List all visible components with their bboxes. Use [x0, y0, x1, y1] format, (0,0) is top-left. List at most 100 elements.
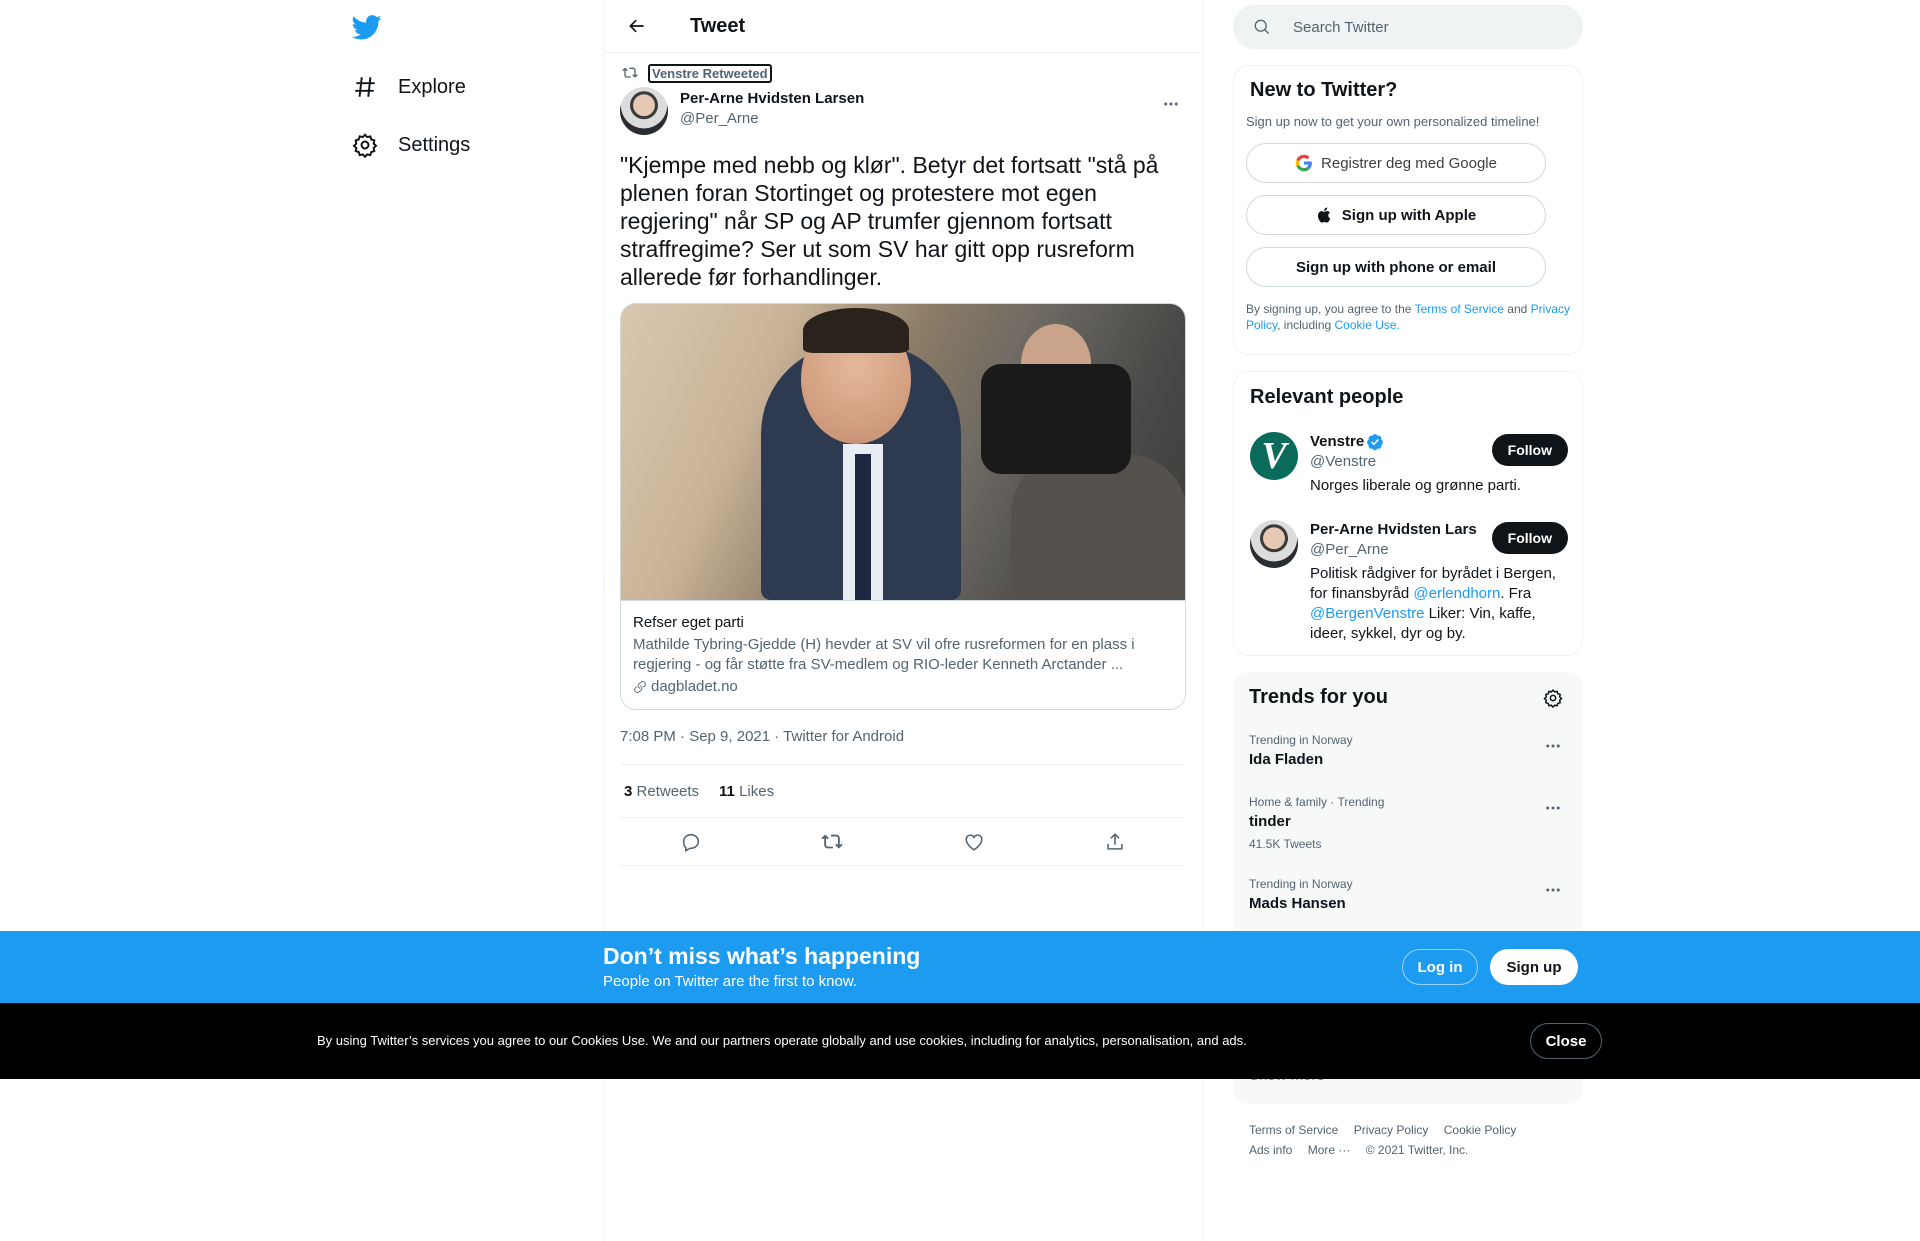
- follow-button[interactable]: Follow: [1491, 522, 1568, 554]
- signup-banner-title: Don’t miss what’s happening: [603, 943, 921, 969]
- card-title: Refser eget parti: [633, 614, 744, 631]
- person-bio: Norges liberale og grønne parti.: [1310, 477, 1521, 494]
- trend-item[interactable]: Home & family · Trending tinder 41.5K Tw…: [1249, 794, 1567, 852]
- retweet-icon: [821, 834, 843, 849]
- google-icon: [1295, 154, 1312, 172]
- page-header: Tweet: [604, 0, 1202, 53]
- mention-link[interactable]: @erlendhorn: [1413, 585, 1500, 602]
- arrow-left-icon: [629, 19, 644, 33]
- footer-cookie-link[interactable]: Cookie Policy: [1444, 1123, 1517, 1137]
- card-body: Refser eget parti Mathilde Tybring-Gjedd…: [621, 600, 1185, 709]
- nav-explore[interactable]: Explore: [352, 65, 466, 109]
- gear-icon: [352, 133, 378, 158]
- search-input[interactable]: [1293, 18, 1553, 36]
- retweets-stat[interactable]: 3 Retweets: [624, 783, 699, 800]
- card-description: Mathilde Tybring-Gjedde (H) hevder at SV…: [633, 636, 1135, 673]
- likes-stat[interactable]: 11 Likes: [719, 783, 774, 800]
- trend-more-button[interactable]: [1539, 732, 1567, 760]
- avatar[interactable]: [1250, 520, 1298, 568]
- author-name[interactable]: Per-Arne Hvidsten Larsen: [680, 89, 864, 109]
- signup-banner-subtitle: People on Twitter are the first to know.: [603, 973, 858, 990]
- relevant-people-panel: Relevant people V Venstre @Venstre Norge…: [1233, 371, 1583, 656]
- google-signup-label: Registrer deg med Google: [1321, 154, 1497, 172]
- avatar[interactable]: V: [1250, 432, 1298, 480]
- signup-legal-text: By signing up, you agree to the Terms of…: [1246, 302, 1570, 332]
- reply-icon: [682, 833, 699, 852]
- footer-privacy-link[interactable]: Privacy Policy: [1354, 1123, 1429, 1137]
- cookie-banner: By using Twitter’s services you agree to…: [0, 1003, 1920, 1079]
- retweets-label: Retweets: [636, 782, 700, 800]
- signup-banner: Don’t miss what’s happening People on Tw…: [0, 931, 1920, 1003]
- retweet-context: Venstre Retweeted: [620, 63, 1186, 83]
- trend-item[interactable]: Trending in Norway Mads Hansen: [1249, 876, 1567, 914]
- login-button[interactable]: Log in: [1402, 949, 1478, 985]
- tweet-actions: [620, 818, 1186, 866]
- nav-explore-label: Explore: [398, 75, 466, 98]
- trend-name: Mads Hansen: [1249, 895, 1346, 912]
- trend-name: tinder: [1249, 813, 1291, 830]
- apple-signup-label: Sign up with Apple: [1341, 206, 1477, 224]
- footer-terms-link[interactable]: Terms of Service: [1249, 1123, 1338, 1137]
- card-domain: dagbladet.no: [633, 677, 1173, 697]
- footer-copyright: © 2021 Twitter, Inc.: [1365, 1143, 1469, 1157]
- more-horizontal-icon: [1546, 888, 1560, 892]
- new-to-twitter-title: New to Twitter?: [1250, 79, 1398, 101]
- more-horizontal-icon: [1546, 806, 1560, 810]
- verified-badge-icon: [1367, 434, 1384, 451]
- trend-context: Trending in Norway: [1249, 877, 1353, 891]
- person-name: Venstre: [1310, 432, 1480, 452]
- more-horizontal-icon: [1546, 744, 1560, 748]
- apple-signup-button[interactable]: Sign up with Apple: [1246, 195, 1546, 235]
- new-to-twitter-panel: New to Twitter? Sign up now to get your …: [1233, 65, 1583, 355]
- signup-button[interactable]: Sign up: [1490, 949, 1578, 985]
- person-bio: Politisk rådgiver for byrådet i Bergen, …: [1310, 565, 1556, 642]
- terms-of-service-link[interactable]: Terms of Service: [1415, 302, 1504, 316]
- page-title: Tweet: [690, 14, 746, 37]
- tweet-stats: 3 Retweets 11 Likes: [620, 764, 1186, 818]
- google-signup-button[interactable]: Registrer deg med Google: [1246, 143, 1546, 183]
- phone-email-signup-button[interactable]: Sign up with phone or email: [1246, 247, 1546, 287]
- retweet-button[interactable]: [814, 824, 850, 860]
- tweet-more-button[interactable]: [1156, 89, 1186, 119]
- nav-settings[interactable]: Settings: [352, 123, 470, 167]
- card-domain-text: dagbladet.no: [651, 678, 738, 695]
- twitter-logo-icon[interactable]: [351, 12, 382, 42]
- likes-label: Likes: [739, 782, 775, 800]
- tweet-text: "Kjempe med nebb og klør". Betyr det for…: [620, 152, 1159, 290]
- reply-button[interactable]: [673, 824, 709, 860]
- relevant-people-title: Relevant people: [1250, 386, 1404, 408]
- mention-link[interactable]: @BergenVenstre: [1310, 605, 1424, 622]
- card-image: [621, 304, 1185, 600]
- trend-name: Ida Fladen: [1249, 751, 1324, 768]
- author-names: Per-Arne Hvidsten Larsen @Per_Arne: [680, 87, 864, 129]
- footer-links: Terms of Service Privacy Policy Cookie P…: [1249, 1120, 1569, 1160]
- like-button[interactable]: [956, 824, 992, 860]
- back-button[interactable]: [620, 9, 654, 43]
- cookie-close-button[interactable]: Close: [1530, 1023, 1602, 1059]
- trend-more-button[interactable]: [1539, 794, 1567, 822]
- author-handle[interactable]: @Per_Arne: [680, 109, 864, 129]
- trends-title: Trends for you: [1249, 686, 1388, 708]
- link-card[interactable]: Refser eget parti Mathilde Tybring-Gjedd…: [620, 303, 1186, 710]
- heart-icon: [965, 833, 983, 851]
- search-icon: [1254, 19, 1270, 35]
- trend-context: Home & family · Trending: [1249, 795, 1385, 809]
- tweet-author: Per-Arne Hvidsten Larsen @Per_Arne: [620, 87, 1186, 137]
- retweeted-by-link[interactable]: Venstre Retweeted: [648, 63, 772, 83]
- retweets-count: 3: [624, 782, 633, 800]
- search-bar[interactable]: [1233, 5, 1583, 49]
- avatar[interactable]: [620, 87, 668, 135]
- venstre-logo: V: [1261, 435, 1287, 477]
- footer-more-link[interactable]: More ···: [1308, 1143, 1351, 1157]
- cookie-use-link[interactable]: Cookie Use.: [1335, 318, 1400, 332]
- trends-settings-button[interactable]: [1539, 684, 1567, 712]
- footer-ads-link[interactable]: Ads info: [1249, 1143, 1292, 1157]
- tweet-timestamp[interactable]: 7:08 PM · Sep 9, 2021 · Twitter for Andr…: [620, 728, 1186, 748]
- apple-icon: [1317, 207, 1331, 223]
- follow-button[interactable]: Follow: [1491, 434, 1568, 466]
- share-button[interactable]: [1097, 824, 1133, 860]
- trend-more-button[interactable]: [1539, 876, 1567, 904]
- hashtag-icon: [355, 77, 375, 97]
- trend-item[interactable]: Trending in Norway Ida Fladen: [1249, 732, 1567, 770]
- phone-signup-label: Sign up with phone or email: [1295, 258, 1496, 276]
